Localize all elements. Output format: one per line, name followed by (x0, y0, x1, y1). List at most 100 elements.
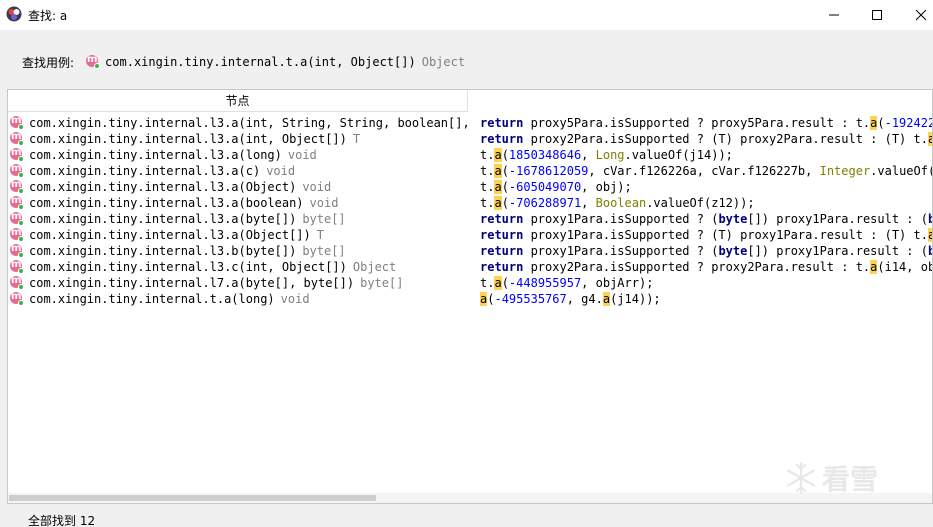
node-return-type: T (352, 132, 361, 146)
code-token: return (480, 116, 524, 130)
minimize-icon (829, 14, 839, 16)
code-token: t. (480, 164, 495, 178)
code-line[interactable]: t.a(1850348646, Long.valueOf(j14)); (480, 147, 932, 163)
code-token: ( (501, 196, 509, 210)
code-line[interactable]: t.a(-605049070, obj); (480, 179, 932, 195)
code-line[interactable]: return proxy1Para.isSupported ? (byte[])… (480, 243, 932, 259)
node-signature: com.xingin.tiny.internal.l3.a(boolean) (29, 196, 304, 210)
table-row[interactable]: m com.xingin.tiny.internal.l3.b(byte[]) by… (10, 243, 470, 259)
code-token: proxy1Para.isSupported ? ( (523, 244, 719, 258)
code-token: (j14)); (610, 292, 661, 306)
table-row[interactable]: m com.xingin.tiny.internal.l3.a(Object[])… (10, 227, 470, 243)
app-logo-icon (6, 6, 22, 22)
node-return-type: void (287, 148, 317, 162)
code-token: t. (480, 180, 495, 194)
table-row[interactable]: m com.xingin.tiny.internal.l7.a(byte[], b… (10, 275, 470, 291)
results-table: 节点 m com.xingin.tiny.internal.l3.a(int, S… (7, 89, 933, 504)
node-signature: com.xingin.tiny.internal.l7.a(byte[], by… (29, 276, 355, 290)
node-return-type: byte[] (302, 244, 346, 258)
table-row[interactable]: m com.xingin.tiny.internal.l3.c(int, Obje… (10, 259, 470, 275)
node-signature: com.xingin.tiny.internal.t.a(long) (29, 292, 275, 306)
code-token: -706288971 (508, 196, 582, 210)
code-token: Long (595, 148, 625, 162)
node-return-type: byte[] (302, 212, 346, 226)
method-icon: m (10, 147, 24, 162)
code-token: return (480, 260, 524, 274)
table-row[interactable]: m com.xingin.tiny.internal.l3.a(long) void (10, 147, 470, 163)
code-line[interactable]: return proxy5Para.isSupported ? proxy5Pa… (480, 115, 932, 131)
node-signature: com.xingin.tiny.internal.l3.a(int, Objec… (29, 132, 347, 146)
code-token: return (480, 132, 524, 146)
code-token: t. (480, 148, 495, 162)
method-icon: m (10, 115, 24, 130)
code-line[interactable]: t.a(-448955957, objArr); (480, 275, 932, 291)
search-usage-row: 查找用例: m com.xingin.tiny.internal.t.a(int… (22, 52, 465, 72)
code-line[interactable]: return proxy2Para.isSupported ? proxy2Pa… (480, 259, 932, 275)
node-return-type: void (266, 164, 296, 178)
maximize-icon (872, 10, 882, 20)
node-signature: com.xingin.tiny.internal.l3.b(byte[]) (29, 244, 297, 258)
title-bar: 查找: a (0, 0, 933, 30)
code-token: Integer (819, 164, 871, 178)
code-token: , cVar.f126226a, cVar.f126227b, (588, 164, 820, 178)
code-token: a (602, 292, 611, 306)
method-icon: m (10, 259, 24, 274)
code-line[interactable]: return proxy2Para.isSupported ? (T) prox… (480, 131, 932, 147)
maximize-button[interactable] (854, 0, 900, 30)
table-row[interactable]: m com.xingin.tiny.internal.l3.a(boolean) v… (10, 195, 470, 211)
node-signature: com.xingin.tiny.internal.l3.a(Object) (29, 180, 297, 194)
code-token: proxy1Para.isSupported ? ( (523, 212, 719, 226)
code-token: , (581, 196, 596, 210)
node-signature: com.xingin.tiny.internal.l3.c(int, Objec… (29, 260, 347, 274)
code-token: Boolean (595, 196, 647, 210)
table-row[interactable]: m com.xingin.tiny.internal.l3.a(byte[]) by… (10, 211, 470, 227)
method-icon: m (10, 195, 24, 210)
code-token: .valueOf(z12)); (646, 196, 755, 210)
code-token: proxy2Para.isSupported ? (T) proxy2Para.… (523, 132, 928, 146)
code-token: return (480, 244, 524, 258)
scrollbar-thumb[interactable] (9, 495, 376, 501)
code-token: , objArr); (581, 276, 654, 290)
code-token: a (494, 164, 502, 178)
method-icon: m (10, 275, 24, 290)
method-icon: m (10, 179, 24, 194)
code-token: a (927, 132, 932, 146)
method-icon: m (10, 227, 24, 242)
code-token: -19242263 (884, 116, 932, 130)
node-signature: com.xingin.tiny.internal.l3.a(long) (29, 148, 282, 162)
node-signature: com.xingin.tiny.internal.l3.a(Object[]) (29, 228, 311, 242)
table-row[interactable]: m com.xingin.tiny.internal.l3.a(c) void (10, 163, 470, 179)
code-line[interactable]: t.a(-706288971, Boolean.valueOf(z12)); (480, 195, 932, 211)
code-line[interactable]: t.a(-1678612059, cVar.f126226a, cVar.f12… (480, 163, 932, 179)
node-signature: com.xingin.tiny.internal.l3.a(byte[]) (29, 212, 297, 226)
column-header-node[interactable]: 节点 (8, 90, 468, 112)
code-token: 1850348646 (508, 148, 582, 162)
minimize-button[interactable] (811, 0, 857, 30)
method-icon: m (10, 163, 24, 178)
node-return-type: void (302, 180, 332, 194)
table-row[interactable]: m com.xingin.tiny.internal.l3.a(Object) vo… (10, 179, 470, 195)
node-return-type: T (316, 228, 324, 242)
code-token: a (494, 276, 502, 290)
code-token: return (480, 228, 524, 242)
close-button[interactable] (898, 0, 933, 30)
code-token: ( (501, 164, 509, 178)
table-row[interactable]: m com.xingin.tiny.internal.l3.a(int, Obje… (10, 131, 470, 147)
method-icon: m (10, 291, 24, 306)
code-token: ( (501, 276, 509, 290)
code-line[interactable]: return proxy1Para.isSupported ? (T) prox… (480, 227, 932, 243)
code-token: a (927, 228, 932, 242)
code-token: proxy5Para.isSupported ? proxy5Para.resu… (523, 116, 871, 130)
method-icon: m (86, 54, 101, 69)
code-token: , g4. (566, 292, 603, 306)
code-token: .valueOf(j14)); (624, 148, 733, 162)
table-row[interactable]: m com.xingin.tiny.internal.l3.a(int, Stri… (10, 115, 470, 131)
code-token: byte (718, 244, 748, 258)
code-line[interactable]: return proxy1Para.isSupported ? (byte[])… (480, 211, 932, 227)
table-row[interactable]: m com.xingin.tiny.internal.t.a(long) void (10, 291, 470, 307)
code-token: (i14, objA (877, 260, 932, 274)
node-return-type: byte[] (360, 276, 404, 290)
code-line[interactable]: a(-495535767, g4.a(j14)); (480, 291, 932, 307)
code-token: a (494, 148, 502, 162)
method-icon: m (10, 131, 24, 146)
